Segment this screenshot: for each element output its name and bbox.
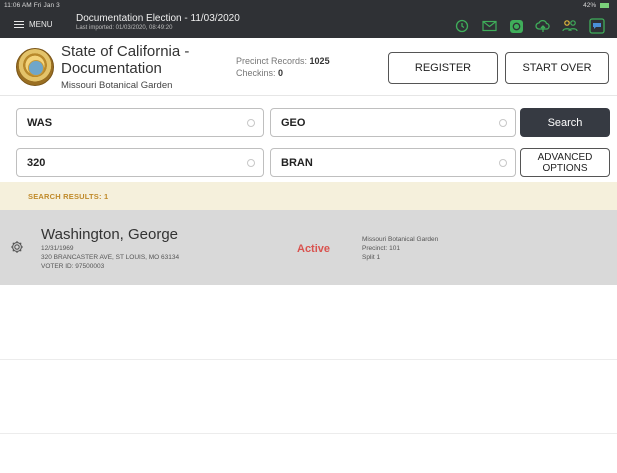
header: State of California - Documentation Miss…	[0, 38, 617, 95]
voter-dob: 12/31/1969	[41, 245, 74, 252]
menu-button[interactable]: MENU	[14, 20, 53, 29]
voter-address: 320 BRANCASTER AVE, ST LOUIS, MO 63134	[41, 254, 180, 261]
voter-id: VOTER ID: 97500003	[41, 263, 105, 270]
clear-icon[interactable]	[499, 119, 507, 127]
start-over-button[interactable]: START OVER	[505, 52, 609, 84]
register-button[interactable]: REGISTER	[388, 52, 498, 84]
voter-precinct: Precinct: 101	[362, 245, 400, 252]
voter-result-row[interactable]: Washington, George 12/31/1969 320 BRANCA…	[0, 210, 617, 285]
street-input[interactable]	[271, 149, 515, 176]
results-list-empty	[0, 285, 617, 473]
search-results-count: SEARCH RESULTS: 1	[28, 192, 109, 201]
advanced-label-line1: ADVANCED	[537, 151, 593, 163]
precinct-records: Precinct Records: 1025	[236, 55, 330, 67]
voter-name: Washington, George	[41, 226, 179, 243]
mail-icon[interactable]	[481, 18, 497, 34]
toolbar-icons	[454, 18, 605, 34]
advanced-options-button[interactable]: ADVANCED OPTIONS	[520, 148, 610, 177]
search-results-bar: SEARCH RESULTS: 1	[0, 182, 617, 210]
house-number-input[interactable]	[17, 149, 263, 176]
clear-icon[interactable]	[499, 159, 507, 167]
first-name-field[interactable]	[270, 108, 516, 137]
precinct-records-label: Precinct Records:	[236, 56, 308, 66]
battery-icon	[600, 2, 609, 8]
top-bar: 11:06 AM Fri Jan 3 42% MENU Documentatio…	[0, 0, 617, 38]
last-name-input[interactable]	[17, 109, 263, 136]
status-date-value: Fri Jan 3	[33, 2, 60, 9]
advanced-label-line2: OPTIONS	[542, 162, 588, 174]
list-divider	[0, 359, 617, 360]
status-battery: 42%	[583, 2, 609, 9]
history-icon[interactable]	[454, 18, 470, 34]
precinct-stats: Precinct Records: 1025 Checkins: 0	[236, 55, 330, 79]
menu-label: MENU	[29, 20, 53, 29]
sync-icon[interactable]	[508, 18, 524, 34]
status-time-value: 11:06 AM	[4, 2, 32, 9]
house-number-field[interactable]	[16, 148, 264, 177]
status-badge: Active	[297, 243, 331, 255]
list-divider	[0, 433, 617, 434]
clear-icon[interactable]	[247, 119, 255, 127]
search-button[interactable]: Search	[520, 108, 610, 137]
chat-icon[interactable]	[589, 18, 605, 34]
checkins-label: Checkins:	[236, 68, 276, 78]
poll-location: Missouri Botanical Garden	[61, 80, 173, 91]
users-icon[interactable]	[562, 18, 578, 34]
hamburger-icon	[14, 20, 24, 29]
voter-split: Split 1	[362, 254, 381, 261]
election-title-block: Documentation Election - 11/03/2020 Last…	[76, 13, 240, 31]
state-seal-logo	[16, 48, 54, 86]
status-time: 11:06 AM Fri Jan 3	[4, 2, 60, 9]
clear-icon[interactable]	[247, 159, 255, 167]
battery-percent: 42%	[583, 2, 597, 9]
last-imported: Last imported: 01/03/2020, 08:49:20	[76, 25, 173, 31]
gear-icon[interactable]	[10, 240, 24, 254]
election-title: Documentation Election - 11/03/2020	[76, 13, 240, 24]
search-panel: Search ADVANCED OPTIONS	[0, 95, 617, 182]
last-name-field[interactable]	[16, 108, 264, 137]
voter-poll-place: Missouri Botanical Garden	[362, 236, 439, 243]
checkins-value: 0	[278, 68, 284, 78]
checkins: Checkins: 0	[236, 67, 330, 79]
precinct-records-value: 1025	[309, 56, 330, 66]
org-name: State of California - Documentation	[61, 43, 190, 77]
cloud-upload-icon[interactable]	[535, 18, 551, 34]
first-name-input[interactable]	[271, 109, 515, 136]
street-field[interactable]	[270, 148, 516, 177]
